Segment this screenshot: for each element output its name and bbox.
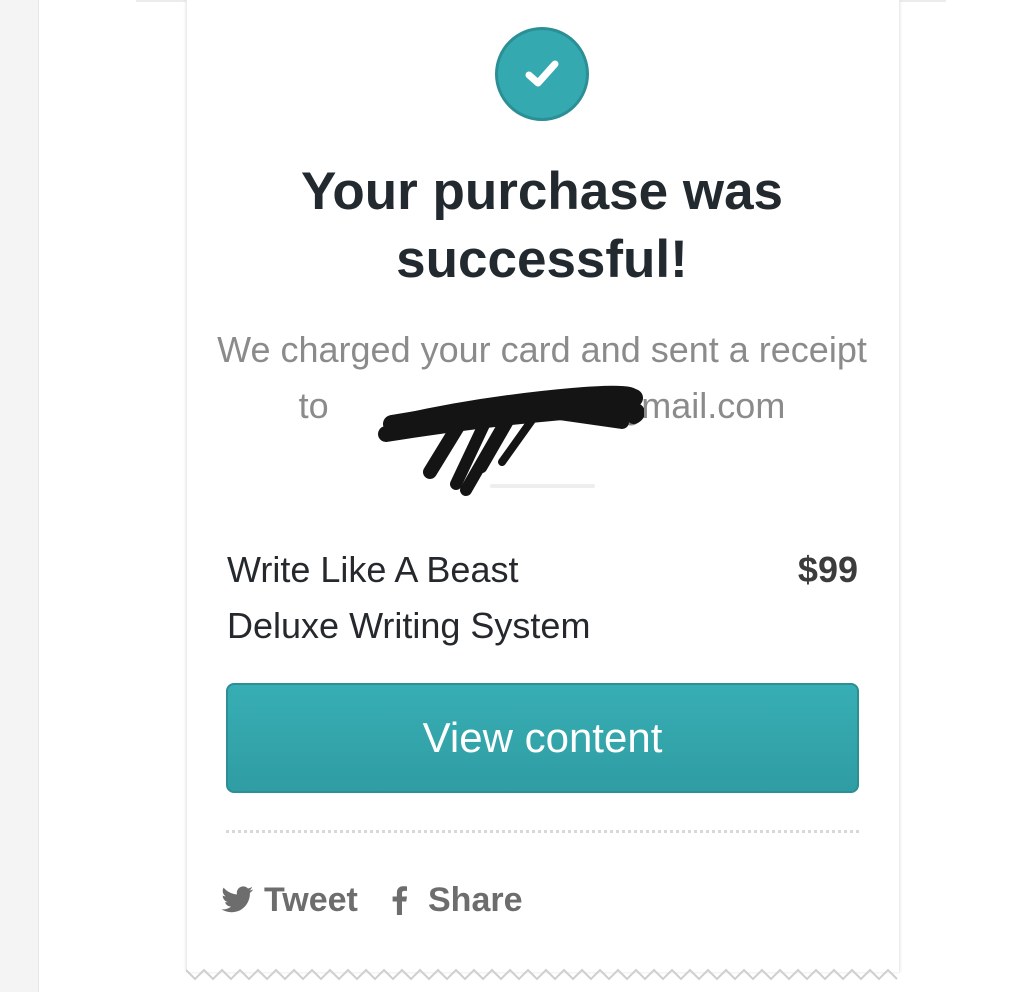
receipt-torn-edge <box>186 968 898 981</box>
dotted-divider <box>226 830 859 833</box>
purchase-success-heading: Your purchase was successful! <box>300 162 784 289</box>
share-label: Share <box>428 880 523 919</box>
twitter-bird-icon <box>221 886 253 913</box>
success-checkmark-badge <box>495 27 589 121</box>
facebook-f-icon <box>392 886 407 915</box>
left-margin-strip <box>0 0 39 992</box>
facebook-share-button[interactable]: Share <box>390 874 523 926</box>
product-price: $99 <box>797 549 858 590</box>
product-name-line-1: Write Like A Beast <box>227 549 519 590</box>
product-name: Write Like A Beast Deluxe Writing System <box>227 542 697 654</box>
tweet-button[interactable]: Tweet <box>220 874 358 926</box>
product-name-line-2: Deluxe Writing System <box>227 605 591 646</box>
checkmark-icon <box>525 60 559 87</box>
section-divider-short <box>490 484 595 488</box>
view-content-button[interactable]: View content <box>226 683 859 793</box>
email-redaction-scribble <box>378 385 644 496</box>
tweet-label: Tweet <box>264 880 358 919</box>
